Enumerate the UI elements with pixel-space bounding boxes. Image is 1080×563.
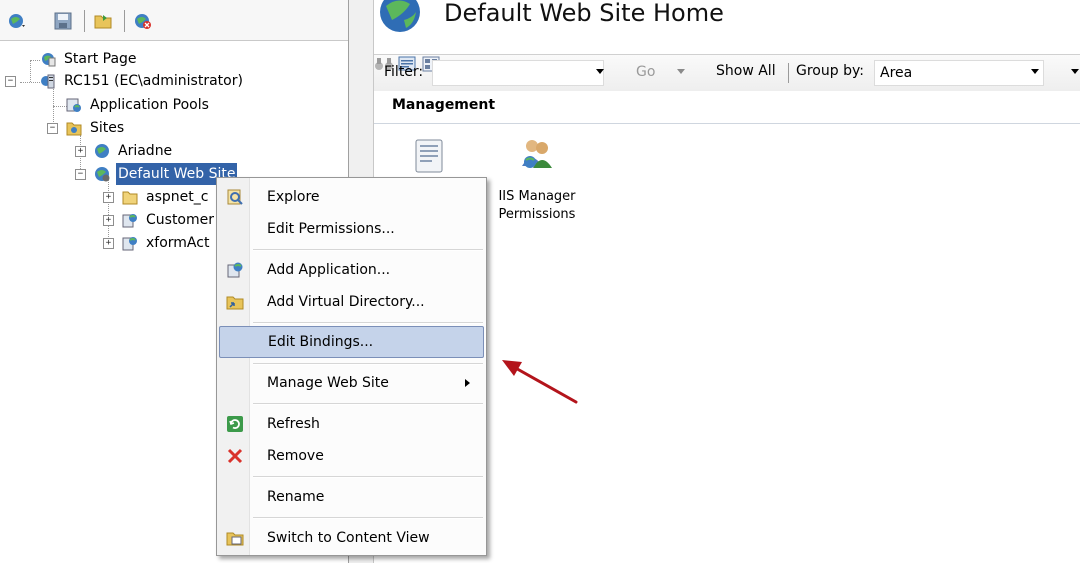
tree-line (30, 60, 40, 61)
menu-item-label: Add Application... (267, 262, 391, 278)
menu-separator (253, 403, 483, 405)
application-icon (122, 237, 137, 251)
tree-collapse-toggle[interactable]: − (47, 123, 58, 134)
tree-expand-toggle[interactable]: + (103, 215, 114, 226)
tree-line (108, 180, 109, 243)
section-title: Management (392, 97, 496, 113)
tree-item-label: aspnet_c (146, 189, 209, 205)
connect-globe-icon[interactable] (8, 12, 26, 30)
tree-item-label: Application Pools (90, 97, 209, 113)
menu-item-refresh[interactable]: Refresh (219, 409, 484, 439)
menu-item-remove[interactable]: Remove (219, 441, 484, 471)
tree-line (30, 60, 31, 82)
filter-dropdown-arrow[interactable] (596, 69, 604, 74)
menu-item-switch-content-view[interactable]: Switch to Content View (219, 523, 484, 553)
server-icon (41, 74, 55, 89)
menu-item-label: Explore (267, 189, 320, 205)
menu-item-manage-web-site[interactable]: Manage Web Site (219, 368, 484, 398)
tree-collapse-toggle[interactable]: − (75, 169, 86, 180)
menu-item-label: Rename (267, 489, 325, 505)
folder-icon (122, 191, 138, 205)
tree-item-label: Customer (146, 212, 215, 228)
toolbar-separator (124, 10, 125, 32)
explore-icon (227, 189, 243, 205)
page-header: Default Web Site Home (374, 0, 1080, 50)
page-title: Default Web Site Home (444, 0, 724, 27)
globe-stopped-icon (95, 167, 110, 182)
globe-icon (95, 144, 109, 158)
tree-expand-toggle[interactable]: + (103, 238, 114, 249)
view-mode-dropdown-arrow[interactable] (1071, 69, 1079, 74)
tree-item-label: RC151 (EC\administrator) (64, 73, 243, 89)
submenu-arrow-icon (465, 379, 470, 387)
menu-item-label: Refresh (267, 416, 320, 432)
tree-expand-toggle[interactable]: + (75, 146, 86, 157)
remove-icon (227, 448, 243, 464)
site-context-menu: Explore Edit Permissions... Add Applicat… (216, 177, 487, 556)
menu-separator (253, 249, 483, 251)
annotation-arrow-icon (502, 360, 578, 404)
go-button[interactable]: Go (636, 64, 655, 80)
menu-separator (253, 476, 483, 478)
site-globe-icon (380, 0, 420, 32)
toolbar-separator (788, 63, 789, 83)
menu-item-explore[interactable]: Explore (219, 182, 484, 212)
menu-separator (253, 517, 483, 519)
menu-item-label: Switch to Content View (267, 530, 430, 546)
group-by-dropdown-arrow[interactable] (1031, 69, 1039, 74)
iis-manager-permissions-icon[interactable] (518, 136, 554, 172)
group-by-label: Group by: (796, 63, 864, 79)
menu-item-edit-bindings[interactable]: Edit Bindings... (219, 326, 484, 358)
feature-label-line: IIS Manager (498, 189, 576, 204)
menu-item-label: Edit Permissions... (267, 221, 395, 237)
sites-folder-icon (66, 122, 82, 136)
feature-label-line: Permissions (498, 207, 576, 222)
go-dropdown-arrow[interactable] (677, 69, 685, 74)
tree-line (53, 106, 67, 107)
filter-label: Filter: (384, 64, 424, 80)
menu-item-label: Manage Web Site (267, 375, 389, 391)
connections-toolbar (0, 0, 348, 41)
menu-item-rename[interactable]: Rename (219, 482, 484, 512)
tree-item-label: xformAct (146, 235, 210, 251)
menu-item-add-application[interactable]: Add Application... (219, 255, 484, 285)
disconnect-icon[interactable] (134, 12, 152, 30)
tree-collapse-toggle[interactable]: − (5, 76, 16, 87)
tree-line (20, 82, 40, 83)
tree-item-label: Sites (90, 120, 125, 136)
tree-expand-toggle[interactable]: + (103, 192, 114, 203)
menu-item-edit-permissions[interactable]: Edit Permissions... (219, 214, 484, 244)
application-icon (122, 214, 137, 228)
refresh-icon (227, 416, 243, 432)
group-by-value: Area (880, 65, 913, 81)
start-page-icon (42, 53, 56, 67)
folder-icon[interactable] (94, 12, 112, 30)
menu-item-label: Add Virtual Directory... (267, 294, 425, 310)
feature-iis-manager-permissions[interactable]: IIS Manager Permissions (474, 188, 600, 224)
menu-item-add-virtual-directory[interactable]: Add Virtual Directory... (219, 287, 484, 317)
show-all-button[interactable]: Show All (716, 63, 776, 79)
menu-item-label: Remove (267, 448, 324, 464)
menu-separator (253, 322, 483, 324)
configuration-editor-icon[interactable] (412, 138, 448, 174)
filter-input[interactable] (432, 60, 604, 86)
add-application-icon (227, 262, 243, 278)
group-by-select[interactable]: Area (874, 60, 1044, 86)
content-view-icon (226, 532, 244, 546)
application-pools-icon (66, 98, 81, 112)
toolbar-separator (84, 10, 85, 32)
menu-item-label: Edit Bindings... (268, 334, 374, 350)
save-icon[interactable] (54, 12, 72, 30)
tree-item-label: Start Page (64, 51, 137, 67)
filter-toolbar: Filter: Go Show All Group by: Area (374, 54, 1080, 92)
tree-item-label: Ariadne (118, 143, 173, 159)
menu-separator (253, 363, 483, 365)
section-header-management: Management (374, 91, 1080, 124)
add-virtual-directory-icon (226, 296, 244, 310)
